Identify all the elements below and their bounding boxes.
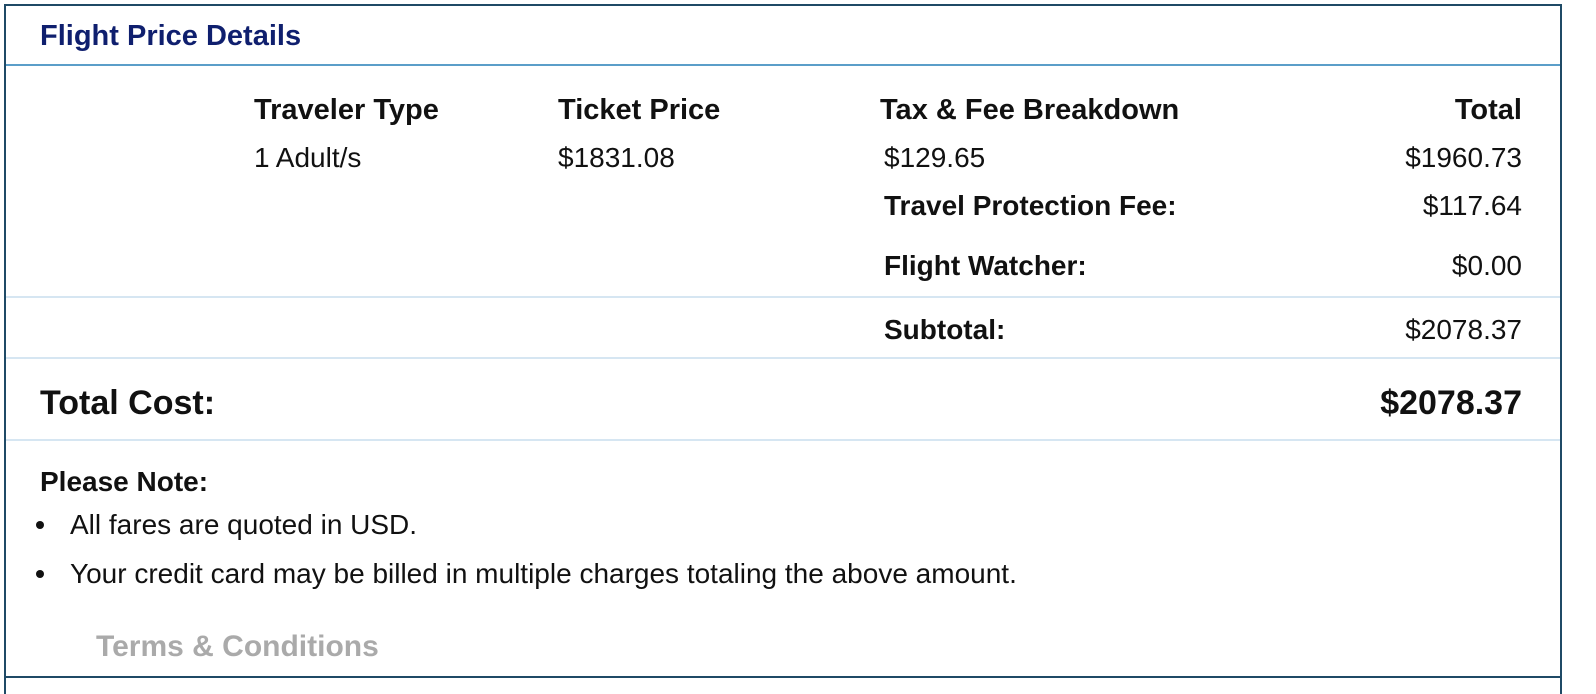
row-total-value: $1960.73: [1405, 142, 1522, 173]
list-item: Your credit card may be billed in multip…: [32, 555, 1017, 604]
bullet-icon: [36, 570, 44, 578]
terms-conditions-link[interactable]: Terms & Conditions: [96, 632, 379, 662]
traveler-type-value: 1 Adult/s: [254, 142, 362, 173]
travel-protection-label: Travel Protection Fee:: [884, 190, 1177, 221]
subtotal-value: $2078.37: [1405, 314, 1522, 345]
total-cost-value: $2078.37: [1380, 384, 1522, 422]
total-cost-label: Total Cost:: [40, 384, 216, 422]
flight-watcher-value: $0.00: [1451, 250, 1522, 281]
divider-fees: [6, 296, 1560, 298]
divider-subtotal: [6, 357, 1560, 359]
panel-header: Flight Price Details: [6, 6, 1560, 66]
note-item-text: Your credit card may be billed in multip…: [70, 558, 1017, 589]
travel-protection-value: $117.64: [1422, 190, 1522, 221]
column-header-total: Total: [1454, 94, 1522, 126]
bullet-icon: [36, 521, 44, 529]
tax-fee-value: $129.65: [884, 142, 986, 173]
subtotal-label: Subtotal:: [884, 314, 1006, 345]
note-title: Please Note:: [40, 466, 209, 497]
note-list: All fares are quoted in USD. Your credit…: [32, 506, 1017, 604]
flight-price-details-panel: Flight Price Details Traveler Type Ticke…: [4, 4, 1562, 694]
flight-watcher-label: Flight Watcher:: [884, 250, 1087, 281]
column-header-traveler-type: Traveler Type: [254, 94, 439, 126]
panel-title: Flight Price Details: [40, 20, 302, 52]
note-item-text: All fares are quoted in USD.: [70, 509, 418, 540]
list-item: All fares are quoted in USD.: [32, 506, 1017, 555]
divider-total: [6, 439, 1560, 441]
column-header-tax-fee: Tax & Fee Breakdown: [880, 94, 1180, 126]
ticket-price-value: $1831.08: [558, 142, 675, 173]
column-header-ticket-price: Ticket Price: [558, 94, 721, 126]
panel-bottom-border: [6, 676, 1560, 678]
